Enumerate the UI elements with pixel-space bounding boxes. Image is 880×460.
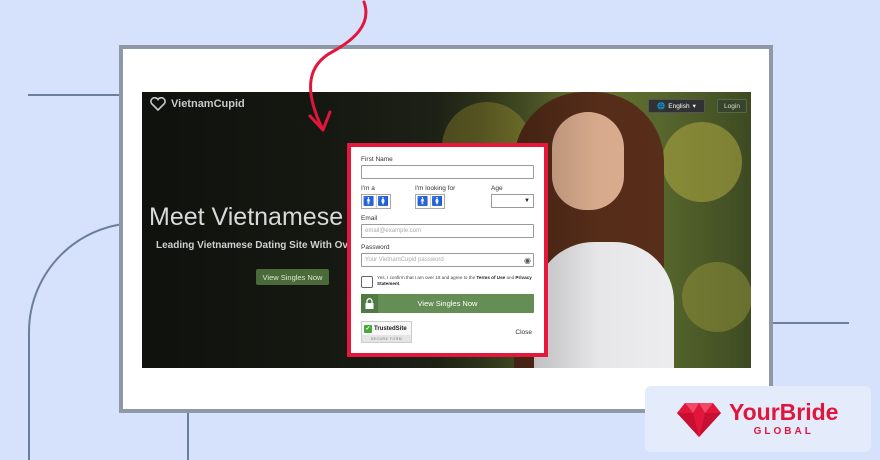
password-label: Password [361,244,390,251]
age-select[interactable]: ▼ [491,194,534,208]
first-name-label: First Name [361,156,393,163]
check-icon: ✓ [364,324,372,333]
globe-icon: 🌐 [657,103,666,110]
looking-for-toggle[interactable]: 🚹 🚺 [415,194,445,209]
female-icon[interactable]: 🚺 [431,195,445,208]
lock-icon [361,294,378,313]
im-a-toggle[interactable]: 🚹 🚺 [361,194,391,209]
trusted-sub: SECURE FORM [362,335,411,342]
deco-line-right [773,322,849,324]
language-label: English [668,102,690,110]
deco-line-vertical [187,412,189,460]
terms-and: and [505,275,516,280]
hero-title: Meet Vietnamese [149,203,344,231]
trusted-site-badge[interactable]: ✓ TrustedSite SECURE FORM [361,321,412,343]
terms-suffix: . [399,281,401,287]
password-field[interactable]: Your VietnamCupid password [361,253,534,267]
email-label: Email [361,215,378,222]
close-link[interactable]: Close [515,329,532,336]
chevron-down-icon: ▼ [524,198,530,204]
yourbride-badge: YourBride GLOBAL [645,386,871,452]
female-icon[interactable]: 🚺 [377,195,391,208]
terms-of-use-link[interactable]: Terms of Use [476,275,505,280]
language-selector[interactable]: 🌐 English ▾ [648,99,705,113]
site-logo-text: VietnamCupid [171,98,245,110]
chevron-down-icon: ▾ [692,103,696,110]
terms-text: Yes, I confirm that I am over 18 and agr… [377,275,532,287]
eye-icon[interactable]: ◉ [524,256,531,265]
age-label: Age [491,185,503,192]
male-icon[interactable]: 🚹 [416,195,431,208]
deco-line-top-left [28,94,120,96]
terms-checkbox[interactable] [361,276,373,288]
submit-label: View Singles Now [417,299,478,308]
email-field[interactable]: email@example.com [361,224,534,238]
view-singles-submit-button[interactable]: View Singles Now [361,294,534,313]
terms-prefix: Yes, I confirm that I am over 18 and agr… [377,275,477,280]
heart-icon [150,97,166,111]
arrow-icon [308,0,368,132]
hero-view-singles-button[interactable]: View Singles Now [256,269,329,285]
trusted-title: TrustedSite [374,325,407,332]
hero-subtitle: Leading Vietnamese Dating Site With Over… [156,240,366,251]
im-a-label: I'm a [361,185,375,192]
male-icon[interactable]: 🚹 [362,195,377,208]
gem-icon [677,403,721,437]
badge-sub: GLOBAL [753,426,814,437]
badge-name: YourBride [729,399,839,425]
login-button[interactable]: Login [717,99,747,113]
site-logo[interactable]: VietnamCupid [150,97,245,111]
looking-for-label: I'm looking for [415,185,456,192]
first-name-field[interactable] [361,165,534,179]
signup-form: First Name I'm a 🚹 🚺 I'm looking for 🚹 🚺… [347,143,548,357]
